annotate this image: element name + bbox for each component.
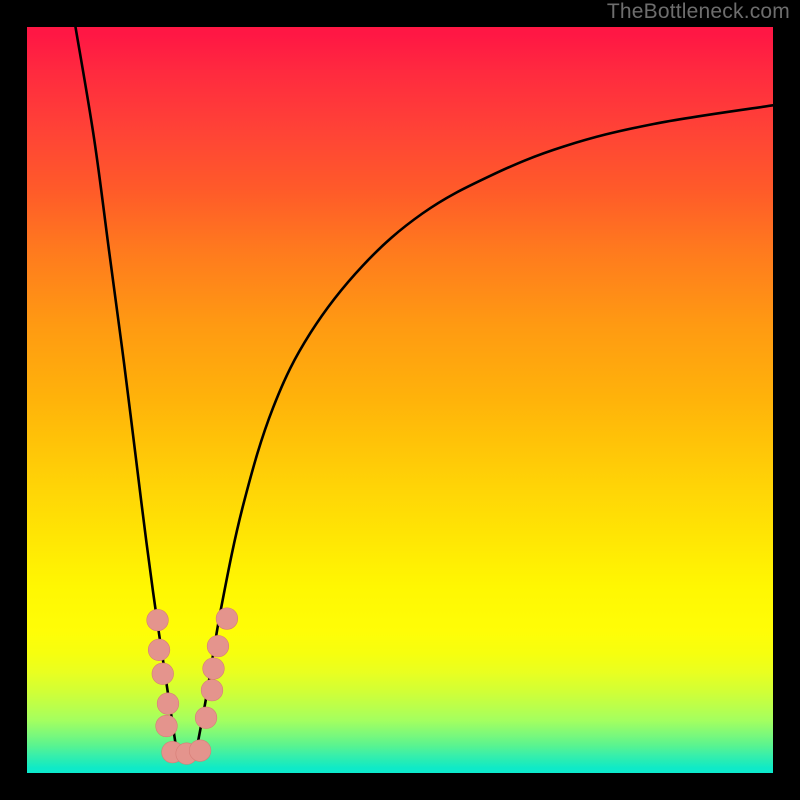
chart-svg bbox=[27, 27, 773, 773]
data-point bbox=[195, 707, 217, 729]
data-point bbox=[216, 608, 238, 630]
data-point bbox=[156, 715, 178, 737]
outer-frame: TheBottleneck.com bbox=[0, 0, 800, 800]
data-point bbox=[203, 658, 225, 680]
plot-area bbox=[27, 27, 773, 773]
curve-right-branch bbox=[195, 105, 773, 758]
data-point bbox=[152, 663, 174, 685]
data-point bbox=[189, 740, 211, 762]
data-point bbox=[148, 639, 170, 661]
watermark-text: TheBottleneck.com bbox=[0, 0, 800, 24]
data-point bbox=[157, 693, 179, 715]
data-point bbox=[147, 609, 169, 631]
data-point bbox=[201, 679, 223, 701]
data-point bbox=[207, 635, 229, 657]
